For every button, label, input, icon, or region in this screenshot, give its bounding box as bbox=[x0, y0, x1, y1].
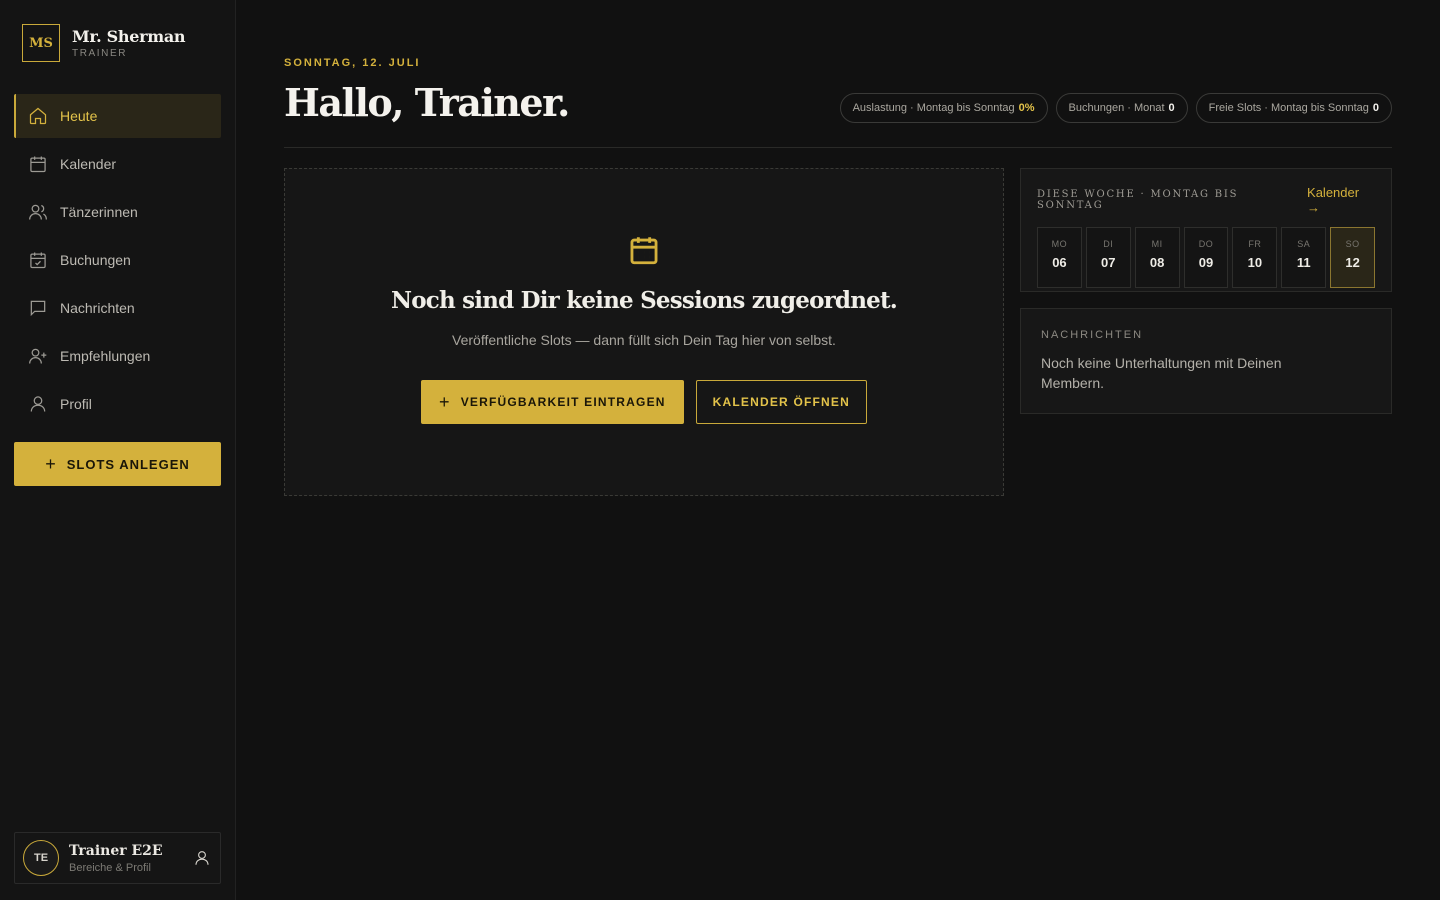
week-title: DIESE WOCHE · MONTAG BIS SONNTAG bbox=[1037, 189, 1239, 211]
stat-freie-slots: Freie Slots · Montag bis Sonntag 0 bbox=[1195, 93, 1392, 123]
day-date: 08 bbox=[1149, 255, 1165, 270]
week-header: DIESE WOCHE · MONTAG BIS SONNTAG Kalende… bbox=[1037, 185, 1375, 215]
stat-buchungen: Buchungen · Monat 0 bbox=[1055, 93, 1188, 123]
sidebar: MS Mr. Sherman TRAINER Heute Kalender Tä… bbox=[0, 0, 236, 900]
kalender-oeffnen-button[interactable]: KALENDER ÖFFNEN bbox=[695, 380, 867, 424]
sidebar-item-nachrichten[interactable]: Nachrichten bbox=[14, 286, 221, 330]
empty-state-actions: + VERFÜGBARKEIT EINTRAGEN KALENDER ÖFFNE… bbox=[420, 380, 867, 424]
plus-icon: + bbox=[438, 391, 451, 412]
day-date: 06 bbox=[1052, 255, 1067, 270]
verfuegbarkeit-eintragen-label: VERFÜGBARKEIT EINTRAGEN bbox=[460, 395, 666, 409]
day-date: 07 bbox=[1101, 255, 1116, 270]
current-date: SONNTAG, 12. JULI bbox=[284, 57, 421, 69]
day-mi[interactable]: MI 08 bbox=[1134, 227, 1180, 288]
brand-name: Mr. Sherman bbox=[72, 27, 186, 46]
day-name: MI bbox=[1151, 239, 1163, 249]
stats-bar: Auslastung · Montag bis Sonntag 0% Buchu… bbox=[839, 93, 1392, 123]
empty-state-card: Noch sind Dir keine Sessions zugeordnet.… bbox=[284, 168, 1004, 496]
page-title: Hallo, Trainer. bbox=[284, 80, 570, 125]
day-mo[interactable]: MO 06 bbox=[1037, 227, 1082, 288]
messages-card: NACHRICHTEN Noch keine Unterhaltungen mi… bbox=[1020, 308, 1392, 414]
day-fr[interactable]: FR 10 bbox=[1232, 227, 1278, 288]
messages-label: NACHRICHTEN bbox=[1041, 329, 1144, 341]
day-sa[interactable]: SA 11 bbox=[1281, 227, 1327, 288]
stat-label: Buchungen · Monat bbox=[1068, 102, 1165, 114]
stat-auslastung: Auslastung · Montag bis Sonntag 0% bbox=[839, 93, 1048, 123]
day-do[interactable]: DO 09 bbox=[1183, 227, 1229, 288]
sidebar-item-taenzerinnen[interactable]: Tänzerinnen bbox=[14, 190, 221, 234]
sidebar-item-label: Buchungen bbox=[60, 252, 131, 268]
day-di[interactable]: DI 07 bbox=[1085, 227, 1131, 288]
sidebar-item-label: Profil bbox=[60, 396, 92, 412]
user-icon bbox=[195, 851, 209, 865]
sidebar-item-buchungen[interactable]: Buchungen bbox=[14, 238, 221, 282]
sidebar-item-label: Empfehlungen bbox=[60, 348, 151, 364]
brand-logo: MS bbox=[22, 24, 60, 62]
app: MS Mr. Sherman TRAINER Heute Kalender Tä… bbox=[0, 0, 1440, 900]
calendar-icon bbox=[30, 156, 46, 173]
slots-anlegen-button[interactable]: + SLOTS ANLEGEN bbox=[14, 442, 221, 486]
sidebar-item-label: Heute bbox=[60, 108, 98, 124]
user-card[interactable]: TE Trainer E2E Bereiche & Profil bbox=[14, 832, 221, 884]
plus-icon: + bbox=[45, 453, 57, 474]
day-so-today[interactable]: SO 12 bbox=[1330, 227, 1376, 288]
sidebar-item-profil[interactable]: Profil bbox=[14, 382, 221, 426]
verfuegbarkeit-eintragen-button[interactable]: + VERFÜGBARKEIT EINTRAGEN bbox=[420, 380, 684, 424]
user-name: Trainer E2E bbox=[69, 842, 163, 859]
slots-anlegen-label: SLOTS ANLEGEN bbox=[66, 456, 190, 472]
sidebar-nav: Heute Kalender Tänzerinnen Buchungen Nac… bbox=[14, 94, 221, 426]
brand: MS Mr. Sherman TRAINER bbox=[14, 0, 221, 86]
home-icon bbox=[29, 107, 47, 125]
user-plus-icon bbox=[29, 348, 47, 364]
kalender-link[interactable]: Kalender → bbox=[1307, 185, 1375, 215]
day-name: DO bbox=[1198, 239, 1214, 249]
messages-empty-text: Noch keine Unterhaltungen mit Deinen Mem… bbox=[1041, 355, 1282, 391]
users-icon bbox=[29, 204, 47, 220]
avatar: TE bbox=[23, 840, 59, 876]
main-content: SONNTAG, 12. JULI Hallo, Trainer. Auslas… bbox=[236, 0, 1440, 900]
stat-value: 0% bbox=[1018, 102, 1035, 114]
week-days: MO 06 DI 07 MI 08 DO 09 FR 10 SA 11 SO 12 bbox=[1037, 227, 1376, 288]
calendar-icon bbox=[630, 237, 658, 265]
day-date: 10 bbox=[1247, 255, 1263, 270]
empty-state-subtitle: Veröffentliche Slots — dann füllt sich D… bbox=[452, 332, 836, 348]
day-name: FR bbox=[1248, 239, 1262, 249]
day-name: MO bbox=[1051, 239, 1068, 249]
empty-state-title: Noch sind Dir keine Sessions zugeordnet. bbox=[391, 287, 898, 314]
header-divider bbox=[284, 147, 1392, 148]
day-date: 12 bbox=[1345, 255, 1360, 270]
sidebar-item-label: Nachrichten bbox=[60, 300, 135, 316]
user-text: Trainer E2E Bereiche & Profil bbox=[69, 843, 184, 874]
brand-text: Mr. Sherman TRAINER bbox=[72, 27, 186, 59]
profile-button[interactable] bbox=[184, 849, 220, 867]
sidebar-item-label: Kalender bbox=[60, 156, 117, 172]
brand-role: TRAINER bbox=[72, 48, 128, 59]
user-subtitle: Bereiche & Profil bbox=[69, 861, 151, 874]
stat-label: Auslastung · Montag bis Sonntag bbox=[852, 102, 1015, 114]
stat-value: 0 bbox=[1372, 102, 1379, 114]
day-name: SO bbox=[1345, 239, 1360, 249]
day-date: 09 bbox=[1198, 255, 1214, 270]
day-name: DI bbox=[1103, 239, 1114, 249]
stat-value: 0 bbox=[1168, 102, 1175, 114]
week-card: DIESE WOCHE · MONTAG BIS SONNTAG Kalende… bbox=[1020, 168, 1392, 292]
stat-label: Freie Slots · Montag bis Sonntag bbox=[1208, 102, 1369, 114]
day-date: 11 bbox=[1296, 255, 1311, 270]
sidebar-item-heute[interactable]: Heute bbox=[14, 94, 221, 138]
sidebar-item-empfehlungen[interactable]: Empfehlungen bbox=[14, 334, 221, 378]
calendar-check-icon bbox=[30, 252, 46, 269]
sidebar-item-label: Tänzerinnen bbox=[60, 204, 138, 220]
empty-state-icon bbox=[627, 233, 661, 267]
day-name: SA bbox=[1297, 239, 1311, 249]
message-icon bbox=[30, 300, 46, 317]
sidebar-item-kalender[interactable]: Kalender bbox=[14, 142, 221, 186]
user-icon bbox=[30, 396, 46, 412]
